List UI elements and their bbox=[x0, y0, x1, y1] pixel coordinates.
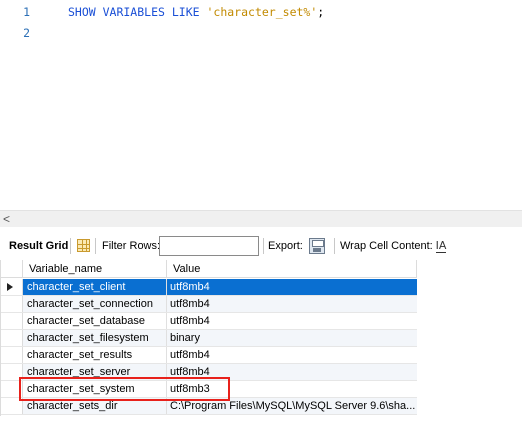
toolbar-divider bbox=[334, 238, 335, 254]
table-row[interactable]: character_set_connection utf8mb4 bbox=[1, 296, 417, 313]
editor-horizontal-scrollbar[interactable]: < bbox=[0, 210, 522, 227]
row-gutter[interactable] bbox=[1, 279, 23, 295]
cell-value[interactable]: binary bbox=[167, 330, 417, 346]
annotation-highlight-box bbox=[19, 377, 230, 401]
filter-rows-input[interactable] bbox=[159, 236, 259, 256]
result-grid-icon[interactable] bbox=[77, 239, 90, 252]
current-row-arrow-icon bbox=[7, 283, 13, 291]
sql-string-literal: 'character_set%' bbox=[206, 5, 318, 19]
toolbar-divider bbox=[95, 238, 96, 254]
grid-header: Variable_name Value bbox=[1, 260, 417, 278]
row-gutter[interactable] bbox=[1, 296, 23, 312]
row-gutter-header bbox=[1, 260, 23, 278]
table-row[interactable]: character_set_database utf8mb4 bbox=[1, 313, 417, 330]
table-row[interactable]: character_set_filesystem binary bbox=[1, 330, 417, 347]
editor-line-2[interactable]: 2 bbox=[0, 24, 522, 42]
cell-value[interactable]: utf8mb4 bbox=[167, 296, 417, 312]
sql-code[interactable]: SHOW VARIABLES LIKE 'character_set%'; bbox=[68, 3, 324, 21]
sql-keywords: SHOW VARIABLES LIKE bbox=[68, 5, 207, 19]
editor-line-1[interactable]: 1 SHOW VARIABLES LIKE 'character_set%'; bbox=[0, 3, 522, 21]
row-gutter[interactable] bbox=[1, 313, 23, 329]
filter-rows-label: Filter Rows: bbox=[102, 240, 161, 252]
cell-variable-name[interactable]: character_set_connection bbox=[23, 296, 167, 312]
cell-variable-name[interactable]: character_set_database bbox=[23, 313, 167, 329]
table-row[interactable]: character_set_results utf8mb4 bbox=[1, 347, 417, 364]
export-icon[interactable] bbox=[309, 238, 325, 254]
cell-variable-name[interactable]: character_set_filesystem bbox=[23, 330, 167, 346]
sql-editor[interactable]: 1 SHOW VARIABLES LIKE 'character_set%'; … bbox=[0, 0, 522, 210]
column-header-variable-name[interactable]: Variable_name bbox=[23, 260, 167, 278]
table-row[interactable]: character_set_client utf8mb4 bbox=[1, 279, 417, 296]
cell-value[interactable]: utf8mb4 bbox=[167, 347, 417, 363]
line-number: 2 bbox=[23, 26, 30, 40]
row-gutter[interactable] bbox=[1, 347, 23, 363]
line-number: 1 bbox=[23, 5, 30, 19]
cell-value[interactable]: utf8mb4 bbox=[167, 313, 417, 329]
wrap-cell-content-label: Wrap Cell Content: bbox=[340, 240, 433, 252]
toolbar-divider bbox=[263, 238, 264, 254]
row-gutter[interactable] bbox=[1, 330, 23, 346]
result-grid-tab[interactable]: Result Grid bbox=[9, 233, 68, 259]
export-label: Export: bbox=[268, 240, 303, 252]
column-header-value[interactable]: Value bbox=[167, 260, 417, 278]
sql-terminator: ; bbox=[317, 5, 325, 19]
cell-value[interactable]: utf8mb4 bbox=[167, 279, 417, 295]
result-toolbar: Result Grid Filter Rows: Export: Wrap Ce… bbox=[0, 233, 522, 259]
toolbar-divider bbox=[70, 238, 71, 254]
scroll-left-arrow-icon[interactable]: < bbox=[3, 211, 15, 228]
cell-variable-name[interactable]: character_set_client bbox=[23, 279, 167, 295]
cell-variable-name[interactable]: character_set_results bbox=[23, 347, 167, 363]
wrap-cell-content-icon[interactable]: IA bbox=[434, 238, 448, 254]
